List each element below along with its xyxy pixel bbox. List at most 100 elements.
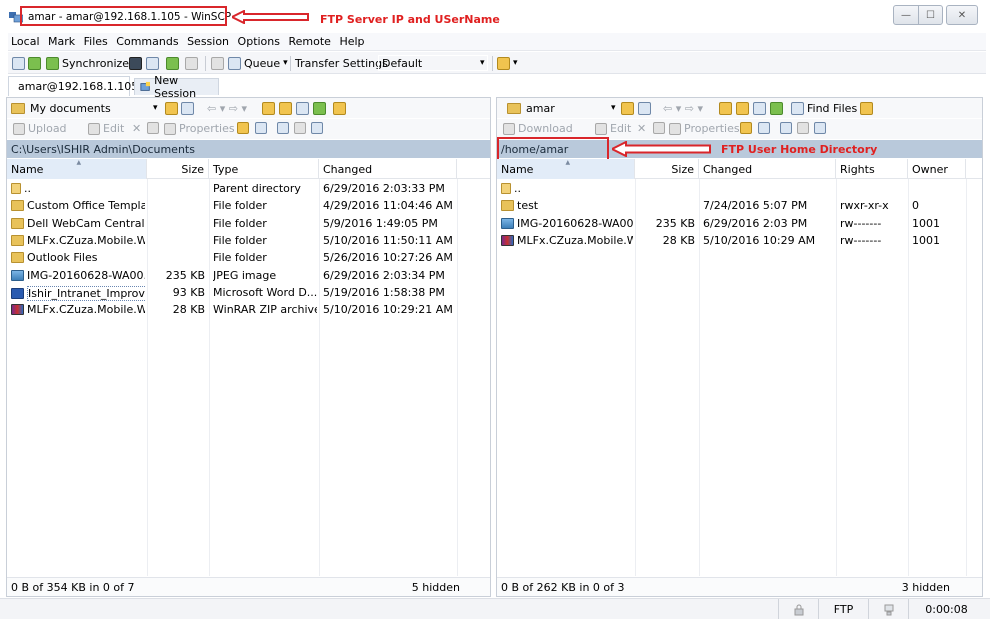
- file-row[interactable]: test 7/24/2016 5:07 PM rwxr-xr-x 0: [497, 197, 982, 214]
- rename-button[interactable]: [147, 122, 162, 134]
- image-icon: [11, 269, 24, 281]
- column-owner[interactable]: Owner: [908, 159, 966, 179]
- menu-bar: Local Mark Files Commands Session Option…: [8, 33, 986, 51]
- menu-files[interactable]: Files: [81, 33, 110, 48]
- column-type[interactable]: Type: [209, 159, 319, 179]
- file-row[interactable]: IMG-20160628-WA00... 235 KB JPEG image 6/29…: [7, 267, 490, 284]
- refresh-button[interactable]: [166, 55, 179, 71]
- putty-button[interactable]: [146, 55, 159, 71]
- file-row[interactable]: Custom Office Templa... File folder 4/29/2…: [7, 197, 490, 214]
- gear-icon: [185, 56, 198, 70]
- download-button[interactable]: Download: [503, 122, 573, 135]
- menu-local[interactable]: Local: [8, 33, 42, 48]
- chevron-down-icon[interactable]: ▾: [153, 100, 158, 116]
- remote-unselect-button[interactable]: [797, 122, 812, 134]
- edit-button[interactable]: Edit: [88, 122, 124, 135]
- tree-button[interactable]: [333, 100, 346, 116]
- open-dir-button[interactable]: [165, 100, 178, 116]
- select-all-button[interactable]: [277, 122, 292, 134]
- file-row[interactable]: ..: [497, 180, 982, 197]
- column-rights[interactable]: Rights: [836, 159, 908, 179]
- refresh-local-button[interactable]: [313, 100, 326, 116]
- maximize-button[interactable]: ☐: [918, 5, 943, 25]
- compare-dirs-button[interactable]: [12, 55, 25, 71]
- column-size[interactable]: Size: [147, 159, 209, 179]
- folder-icon: [11, 217, 24, 229]
- toolbar-separator: [290, 56, 291, 71]
- column-name[interactable]: ▲ Name: [7, 159, 147, 179]
- back-button[interactable]: ⇦ ▾ ⇨ ▾: [207, 100, 247, 116]
- file-row[interactable]: MLFx.CZuza.Mobile.W... File folder 5/10/20…: [7, 232, 490, 249]
- file-changed-cell: 5/26/2016 10:27:26 AM: [323, 251, 453, 265]
- remote-tree-button[interactable]: [860, 100, 873, 116]
- tab-session[interactable]: amar@192.168.1.105: [8, 76, 138, 96]
- new-file-button[interactable]: [255, 122, 270, 134]
- file-row[interactable]: Dell WebCam Central File folder 5/9/2016 1…: [7, 215, 490, 232]
- new-folder-button[interactable]: [237, 122, 252, 134]
- remote-location-select[interactable]: amar: [503, 100, 611, 117]
- menu-session[interactable]: Session: [184, 33, 231, 48]
- column-changed[interactable]: Changed: [319, 159, 457, 179]
- remote-delete-button[interactable]: ✕: [637, 122, 646, 135]
- parent-dir-button[interactable]: [262, 100, 275, 116]
- chevron-down-icon[interactable]: ▾: [611, 100, 616, 116]
- file-row[interactable]: MLFx.CZuza.Mobile.W... 28 KB 5/10/2016 10:…: [497, 232, 982, 249]
- remote-root-dir-button[interactable]: [736, 100, 749, 116]
- presets-button[interactable]: ▾: [497, 55, 518, 71]
- unselect-button[interactable]: [294, 122, 309, 134]
- remote-open-dir-button[interactable]: [621, 100, 634, 116]
- menu-mark[interactable]: Mark: [45, 33, 77, 48]
- column-name[interactable]: ▲ Name: [497, 159, 635, 179]
- console-button[interactable]: [129, 55, 142, 71]
- file-row[interactable]: Ishir_Intranet_Improve... 93 KB Microsoft …: [7, 284, 490, 301]
- remote-rename-button[interactable]: [653, 122, 668, 134]
- filter-select-button[interactable]: [311, 122, 326, 134]
- local-location-select[interactable]: My documents: [7, 100, 157, 117]
- properties-button[interactable]: Properties: [164, 122, 235, 135]
- sync-browse-button[interactable]: [28, 55, 41, 71]
- folder-icon: [11, 200, 24, 212]
- remote-status-hidden[interactable]: 3 hidden: [902, 581, 950, 594]
- putty-icon: [146, 56, 159, 70]
- root-dir-button[interactable]: [279, 100, 292, 116]
- preferences-button[interactable]: [185, 55, 198, 71]
- column-size[interactable]: Size: [635, 159, 699, 179]
- chevron-down-icon[interactable]: ▾: [480, 55, 485, 71]
- remote-edit-button[interactable]: Edit: [595, 122, 631, 135]
- menu-options[interactable]: Options: [235, 33, 282, 48]
- remote-back-button[interactable]: ⇦ ▾ ⇨ ▾: [663, 100, 703, 116]
- remote-new-folder-button[interactable]: [740, 122, 755, 134]
- filter-button[interactable]: [181, 100, 194, 116]
- menu-commands[interactable]: Commands: [113, 33, 180, 48]
- remote-refresh-button[interactable]: [770, 100, 783, 116]
- file-type-cell: Microsoft Word D...: [213, 285, 317, 299]
- title-bar: amar - amar@192.168.1.105 - WinSCP FTP S…: [0, 0, 990, 34]
- find-files-button[interactable]: Find Files: [791, 100, 857, 116]
- home-button[interactable]: [296, 100, 309, 116]
- remote-filter-select-button[interactable]: [814, 122, 829, 134]
- file-row[interactable]: MLFx.CZuza.Mobile.W... 28 KB WinRAR ZIP ar…: [7, 301, 490, 318]
- close-button[interactable]: ✕: [946, 5, 978, 25]
- upload-button[interactable]: Upload: [13, 122, 67, 135]
- queue-button[interactable]: Queue ▾: [228, 55, 288, 71]
- minimize-button[interactable]: —: [893, 5, 919, 25]
- remote-properties-button[interactable]: Properties: [669, 122, 740, 135]
- remote-new-file-button[interactable]: [758, 122, 773, 134]
- remote-parent-dir-button[interactable]: [719, 100, 732, 116]
- file-row[interactable]: IMG-20160628-WA00... 235 KB 6/29/2016 2:03…: [497, 215, 982, 232]
- menu-remote[interactable]: Remote: [286, 33, 333, 48]
- column-changed[interactable]: Changed: [699, 159, 836, 179]
- local-status-hidden[interactable]: 5 hidden: [412, 581, 460, 594]
- file-row[interactable]: Outlook Files File folder 5/26/2016 10:27:…: [7, 249, 490, 266]
- transfer-settings-select[interactable]: Default: [378, 55, 488, 71]
- menu-help[interactable]: Help: [336, 33, 366, 48]
- delete-button[interactable]: ✕: [132, 122, 141, 135]
- tab-new-session[interactable]: New Session: [134, 74, 219, 100]
- remote-select-all-button[interactable]: [780, 122, 795, 134]
- synchronize-button[interactable]: Synchronize: [46, 55, 129, 71]
- queue-list-button[interactable]: [211, 55, 224, 71]
- file-row[interactable]: .. Parent directory 6/29/2016 2:03:33 PM: [7, 180, 490, 197]
- remote-filter-button[interactable]: [638, 100, 651, 116]
- home-icon: [296, 101, 309, 115]
- remote-home-button[interactable]: [753, 100, 766, 116]
